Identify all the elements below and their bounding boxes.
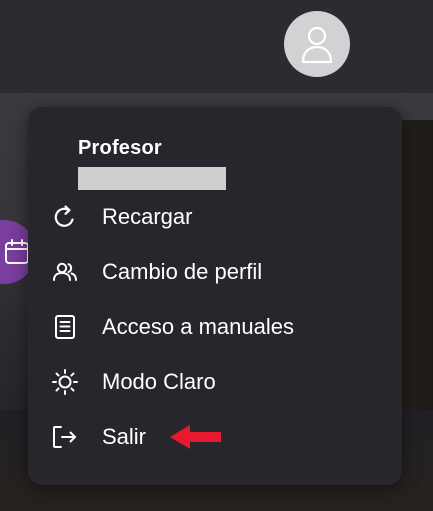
- profile-role: Profesor: [78, 137, 162, 159]
- menu-item-label: Salir: [102, 424, 147, 449]
- reload-icon: [48, 200, 82, 234]
- menu-item-label: Modo Claro: [102, 369, 216, 394]
- users-icon: [48, 255, 82, 289]
- user-avatar-button[interactable]: [284, 11, 350, 77]
- calendar-icon: [5, 239, 29, 264]
- sun-icon: [48, 365, 82, 399]
- menu-item-label: Acceso a manuales: [102, 314, 294, 339]
- menu-item-modo-claro[interactable]: Modo Claro: [48, 360, 378, 404]
- menu-item-cambio-de-perfil[interactable]: Cambio de perfil: [48, 250, 378, 294]
- top-bar: [0, 0, 433, 93]
- logout-icon: [48, 420, 82, 454]
- menu-item-label: Cambio de perfil: [102, 259, 263, 284]
- menu-item-label: Recargar: [102, 204, 193, 229]
- profile-name-redacted: [78, 167, 226, 190]
- book-icon: [48, 310, 82, 344]
- menu-item-acceso-a-manuales[interactable]: Acceso a manuales: [48, 305, 378, 349]
- user-icon: [301, 26, 333, 64]
- arrow-left-icon: [170, 425, 221, 449]
- menu-item-recargar[interactable]: Recargar: [48, 195, 378, 239]
